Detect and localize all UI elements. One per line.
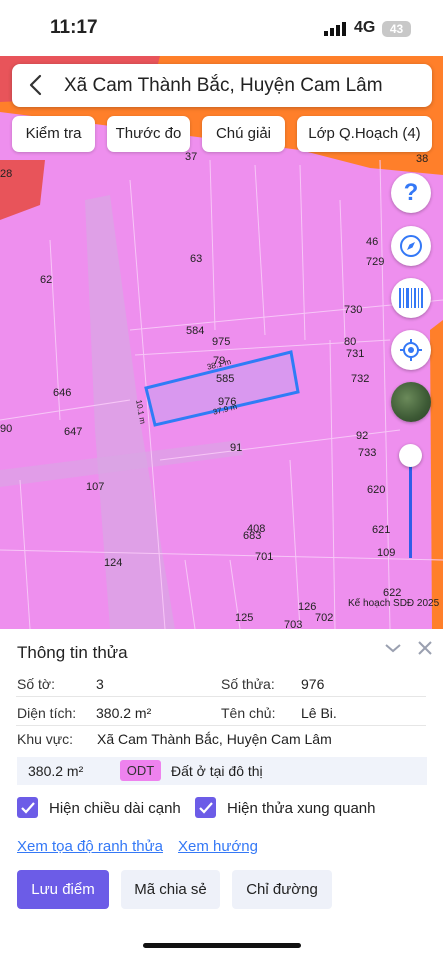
- show-edge-label[interactable]: Hiện chiều dài cạnh: [49, 800, 181, 817]
- help-button[interactable]: ?: [391, 173, 431, 213]
- compass-button[interactable]: [391, 226, 431, 266]
- opacity-slider-thumb[interactable]: [399, 444, 422, 467]
- parcel-label: 585: [216, 373, 235, 385]
- zone-name: Đất ở tại đô thị: [171, 763, 263, 779]
- sheet-title: Thông tin thửa: [17, 643, 128, 662]
- save-point-button[interactable]: Lưu điểm: [17, 870, 109, 909]
- zone-row: 380.2 m² ODT Đất ở tại đô thị: [17, 757, 427, 785]
- signal-icon: [324, 22, 346, 36]
- check-icon: [20, 801, 35, 814]
- home-indicator: [143, 943, 301, 948]
- parcel-label: 46: [366, 236, 379, 248]
- parcel-label: 732: [351, 373, 370, 385]
- search-bar[interactable]: Xã Cam Thành Bắc, Huyện Cam Lâm: [12, 64, 432, 107]
- so-thua-value: 976: [301, 676, 325, 692]
- status-time: 11:17: [50, 17, 98, 38]
- parcel-label: 731: [346, 348, 365, 360]
- parcel-label: 90: [0, 423, 13, 435]
- opacity-slider-track[interactable]: [409, 455, 412, 558]
- parcel-label: 92: [356, 430, 369, 442]
- location-title: Xã Cam Thành Bắc, Huyện Cam Lâm: [64, 75, 383, 96]
- parcel-label: 703: [284, 619, 303, 629]
- share-code-button[interactable]: Mã chia sẻ: [121, 870, 220, 909]
- status-bar: 11:17 4G 43: [0, 0, 443, 56]
- so-thua-label: Số thửa:: [221, 676, 275, 692]
- view-direction-link[interactable]: Xem hướng: [178, 838, 258, 855]
- parcel-label: 63: [190, 253, 203, 265]
- back-icon[interactable]: [24, 73, 48, 97]
- show-edge-checkbox[interactable]: [17, 797, 38, 818]
- view-coordinates-link[interactable]: Xem tọa độ ranh thửa: [17, 838, 163, 855]
- close-icon[interactable]: [418, 641, 432, 655]
- parcel-label: 584: [186, 325, 205, 337]
- dien-tich-label: Diện tích:: [17, 705, 77, 721]
- parcel-label: 647: [64, 426, 83, 438]
- parcel-label: 124: [104, 557, 123, 569]
- barcode-button[interactable]: [391, 278, 431, 318]
- network-type: 4G: [354, 19, 376, 36]
- parcel-label: 37: [185, 151, 198, 163]
- khu-vuc-value: Xã Cam Thành Bắc, Huyện Cam Lâm: [97, 731, 332, 747]
- parcel-label: 28: [0, 168, 13, 180]
- barcode-icon: [399, 288, 423, 308]
- divider: [16, 696, 426, 697]
- legend-button[interactable]: Chú giải: [202, 116, 285, 152]
- locate-button[interactable]: [391, 330, 431, 370]
- chevron-down-icon[interactable]: [384, 641, 402, 655]
- check-icon: [198, 801, 213, 814]
- parcel-label: 975: [212, 336, 231, 348]
- parcel-label: 702: [315, 612, 334, 624]
- so-to-label: Số tờ:: [17, 676, 55, 692]
- layer-button[interactable]: Lớp Q.Hoạch (4): [297, 116, 432, 152]
- check-button[interactable]: Kiểm tra: [12, 116, 95, 152]
- ten-chu-label: Tên chủ:: [221, 705, 276, 721]
- measure-button[interactable]: Thước đo: [107, 116, 190, 152]
- parcel-label: 730: [344, 304, 363, 316]
- parcel-label: 107: [86, 481, 105, 493]
- parcel-label: 91: [230, 442, 243, 454]
- directions-button[interactable]: Chỉ đường: [232, 870, 332, 909]
- parcel-info-sheet: Thông tin thửa Số tờ: 3 Số thửa: 976 Diệ…: [0, 629, 443, 959]
- parcel-label: 109: [377, 547, 396, 559]
- parcel-label: 683: [243, 530, 262, 542]
- parcel-label: 62: [40, 274, 53, 286]
- parcel-label: 80: [344, 336, 357, 348]
- plan-label: Kế hoạch SDĐ 2025: [348, 598, 440, 609]
- so-to-value: 3: [96, 676, 104, 692]
- parcel-label: 38: [416, 153, 429, 165]
- ten-chu-value: Lê Bi.: [301, 705, 337, 721]
- locate-icon: [400, 339, 422, 361]
- parcel-label: 646: [53, 387, 72, 399]
- divider: [16, 725, 426, 726]
- show-neighbor-label[interactable]: Hiện thửa xung quanh: [227, 800, 375, 817]
- satellite-icon[interactable]: [391, 382, 431, 422]
- khu-vuc-label: Khu vực:: [17, 731, 74, 747]
- show-neighbor-checkbox[interactable]: [195, 797, 216, 818]
- parcel-label: 125: [235, 612, 254, 624]
- parcel-label: 621: [372, 524, 391, 536]
- dien-tich-value: 380.2 m²: [96, 705, 152, 721]
- help-icon: ?: [403, 179, 419, 206]
- zone-code-badge: ODT: [120, 760, 161, 781]
- battery-icon: 43: [382, 21, 411, 37]
- parcel-label: 126: [298, 601, 317, 613]
- zone-area: 380.2 m²: [28, 763, 84, 779]
- parcel-label: 729: [366, 256, 385, 268]
- parcel-label: 733: [358, 447, 377, 459]
- parcel-label: 701: [255, 551, 274, 563]
- parcel-label: 620: [367, 484, 386, 496]
- compass-icon: [400, 235, 422, 257]
